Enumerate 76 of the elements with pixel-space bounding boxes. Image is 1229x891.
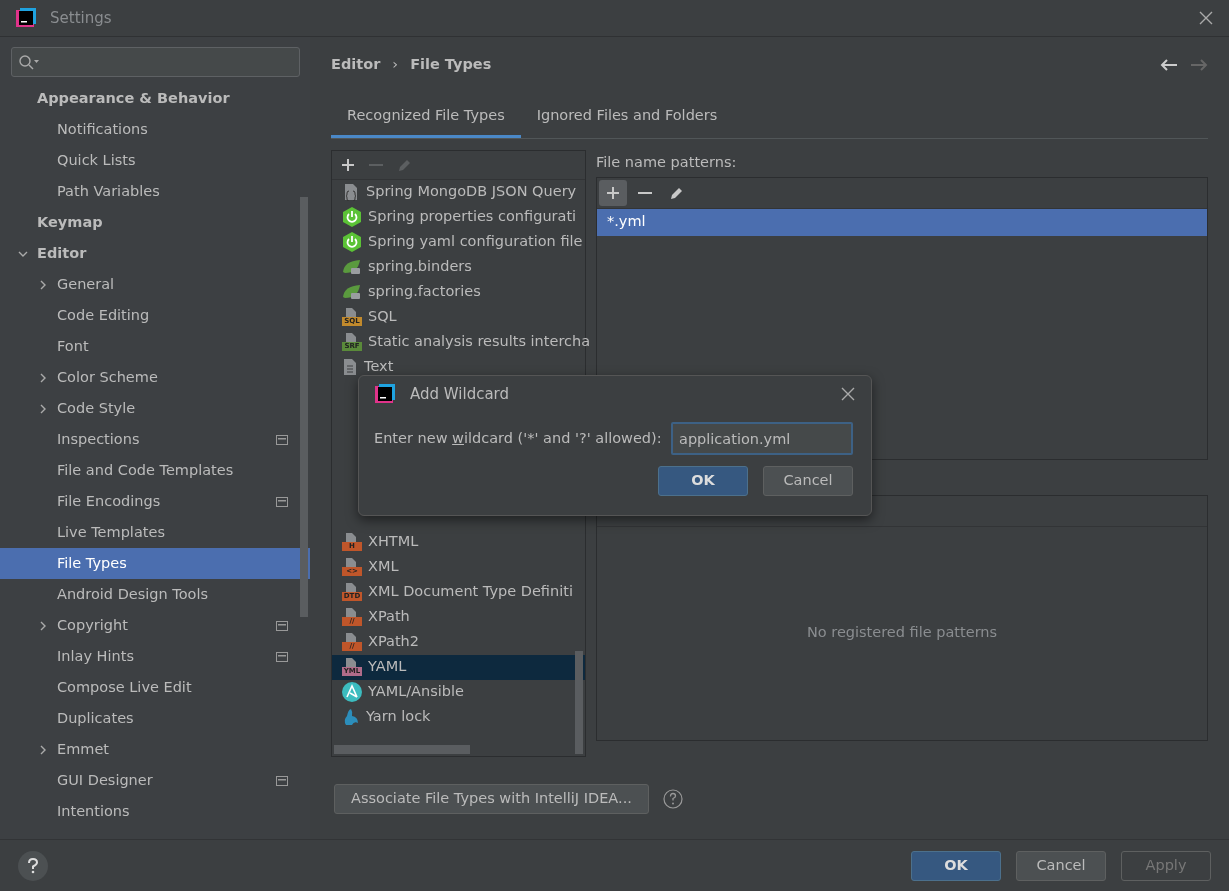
- cat-icon: [342, 708, 360, 727]
- sidebar-item[interactable]: Emmet: [0, 734, 310, 765]
- wildcard-input-field[interactable]: application.yml: [671, 422, 853, 455]
- help-button[interactable]: [18, 850, 48, 881]
- question-mark-icon: [27, 857, 39, 874]
- forward-arrow-icon: [1190, 58, 1208, 72]
- section-label: File name patterns:: [596, 152, 738, 172]
- sidebar-item[interactable]: Color Scheme: [0, 362, 310, 393]
- sidebar-item[interactable]: File Types: [0, 548, 310, 579]
- leaf-icon: [342, 258, 362, 277]
- scrollbar-thumb[interactable]: [300, 197, 308, 617]
- sidebar-item[interactable]: File Encodings: [0, 486, 310, 517]
- remove-icon: [369, 163, 383, 166]
- leaf-icon: [342, 283, 362, 302]
- file-type-item[interactable]: Yarn lock: [332, 704, 585, 730]
- file-type-item[interactable]: spring.binders: [332, 254, 585, 280]
- close-icon: [841, 387, 855, 401]
- app-logo-icon: [375, 384, 395, 404]
- search-field[interactable]: [11, 47, 300, 77]
- associate-button[interactable]: Associate File Types with IntelliJ IDEA...: [334, 783, 649, 814]
- file-type-item[interactable]: Spring properties configurati: [332, 204, 585, 230]
- remove-icon: [638, 191, 652, 194]
- file-type-item[interactable]: Spring yaml configuration file: [332, 229, 585, 255]
- ok-button[interactable]: OK: [658, 466, 748, 496]
- sidebar-item[interactable]: Inspections: [0, 424, 310, 455]
- sidebar-item[interactable]: Keymap: [0, 207, 310, 238]
- add-icon: [341, 157, 355, 172]
- horizontal-scrollbar-thumb[interactable]: [334, 744, 470, 754]
- app-logo-icon: [16, 8, 36, 28]
- power-hexagon-icon: [342, 207, 362, 228]
- footer-button[interactable]: OK: [911, 850, 1001, 881]
- empty-message: No registered file patterns: [806, 623, 998, 643]
- breadcrumb-item[interactable]: Editor: [331, 54, 381, 76]
- help-icon: [662, 788, 683, 809]
- close-icon: [1199, 11, 1213, 25]
- letter-a-circle-icon: [342, 682, 362, 703]
- sidebar-item[interactable]: GUI Designer: [0, 765, 310, 796]
- pattern-item[interactable]: *.yml: [597, 208, 1207, 236]
- sidebar-item[interactable]: Android Design Tools: [0, 579, 310, 610]
- sidebar-item[interactable]: Editor: [0, 238, 310, 269]
- file-type-item[interactable]: YAML/Ansible: [332, 679, 585, 705]
- prompt-label: Enter new wildcard ('*' and '?' allowed):: [374, 428, 662, 448]
- sidebar-item[interactable]: Font: [0, 331, 310, 362]
- cancel-button[interactable]: Cancel: [763, 466, 853, 496]
- sidebar-item[interactable]: General: [0, 269, 310, 300]
- sidebar-item[interactable]: Inlay Hints: [0, 641, 310, 672]
- sidebar-item[interactable]: Intentions: [0, 796, 310, 827]
- power-hexagon-icon: [342, 232, 362, 253]
- tab[interactable]: Recognized File Types: [331, 99, 521, 138]
- json-file-icon: [342, 183, 360, 202]
- document-icon: [342, 358, 358, 377]
- footer-button[interactable]: Cancel: [1016, 850, 1106, 881]
- window-title: Settings: [50, 7, 112, 29]
- sidebar-item[interactable]: Code Style: [0, 393, 310, 424]
- tab[interactable]: Ignored Files and Folders: [520, 99, 734, 138]
- sidebar-item[interactable]: Compose Live Edit: [0, 672, 310, 703]
- sidebar-item[interactable]: Path Variables: [0, 176, 310, 207]
- sidebar-item[interactable]: File and Code Templates: [0, 455, 310, 486]
- dialog-title: Add Wildcard: [410, 383, 510, 405]
- sidebar-item[interactable]: Code Editing: [0, 300, 310, 331]
- breadcrumb-separator: ›: [392, 55, 399, 75]
- add-icon: [606, 185, 620, 200]
- sidebar-item[interactable]: Quick Lists: [0, 145, 310, 176]
- search-icon: [18, 54, 40, 70]
- add-button[interactable]: [599, 179, 627, 206]
- sidebar-item[interactable]: Live Templates: [0, 517, 310, 548]
- file-type-item[interactable]: spring.factories: [332, 279, 585, 305]
- sidebar-item[interactable]: Copyright: [0, 610, 310, 641]
- file-type-item[interactable]: Text: [332, 354, 585, 380]
- file-type-item[interactable]: Spring MongoDB JSON Query: [332, 179, 585, 205]
- sidebar-item[interactable]: Appearance & Behavior: [0, 83, 310, 114]
- vertical-scrollbar-thumb[interactable]: [575, 650, 583, 754]
- back-arrow-icon: [1160, 58, 1178, 72]
- breadcrumb-item[interactable]: File Types: [410, 54, 492, 76]
- sidebar-item[interactable]: Notifications: [0, 114, 310, 145]
- sidebar-item[interactable]: Duplicates: [0, 703, 310, 734]
